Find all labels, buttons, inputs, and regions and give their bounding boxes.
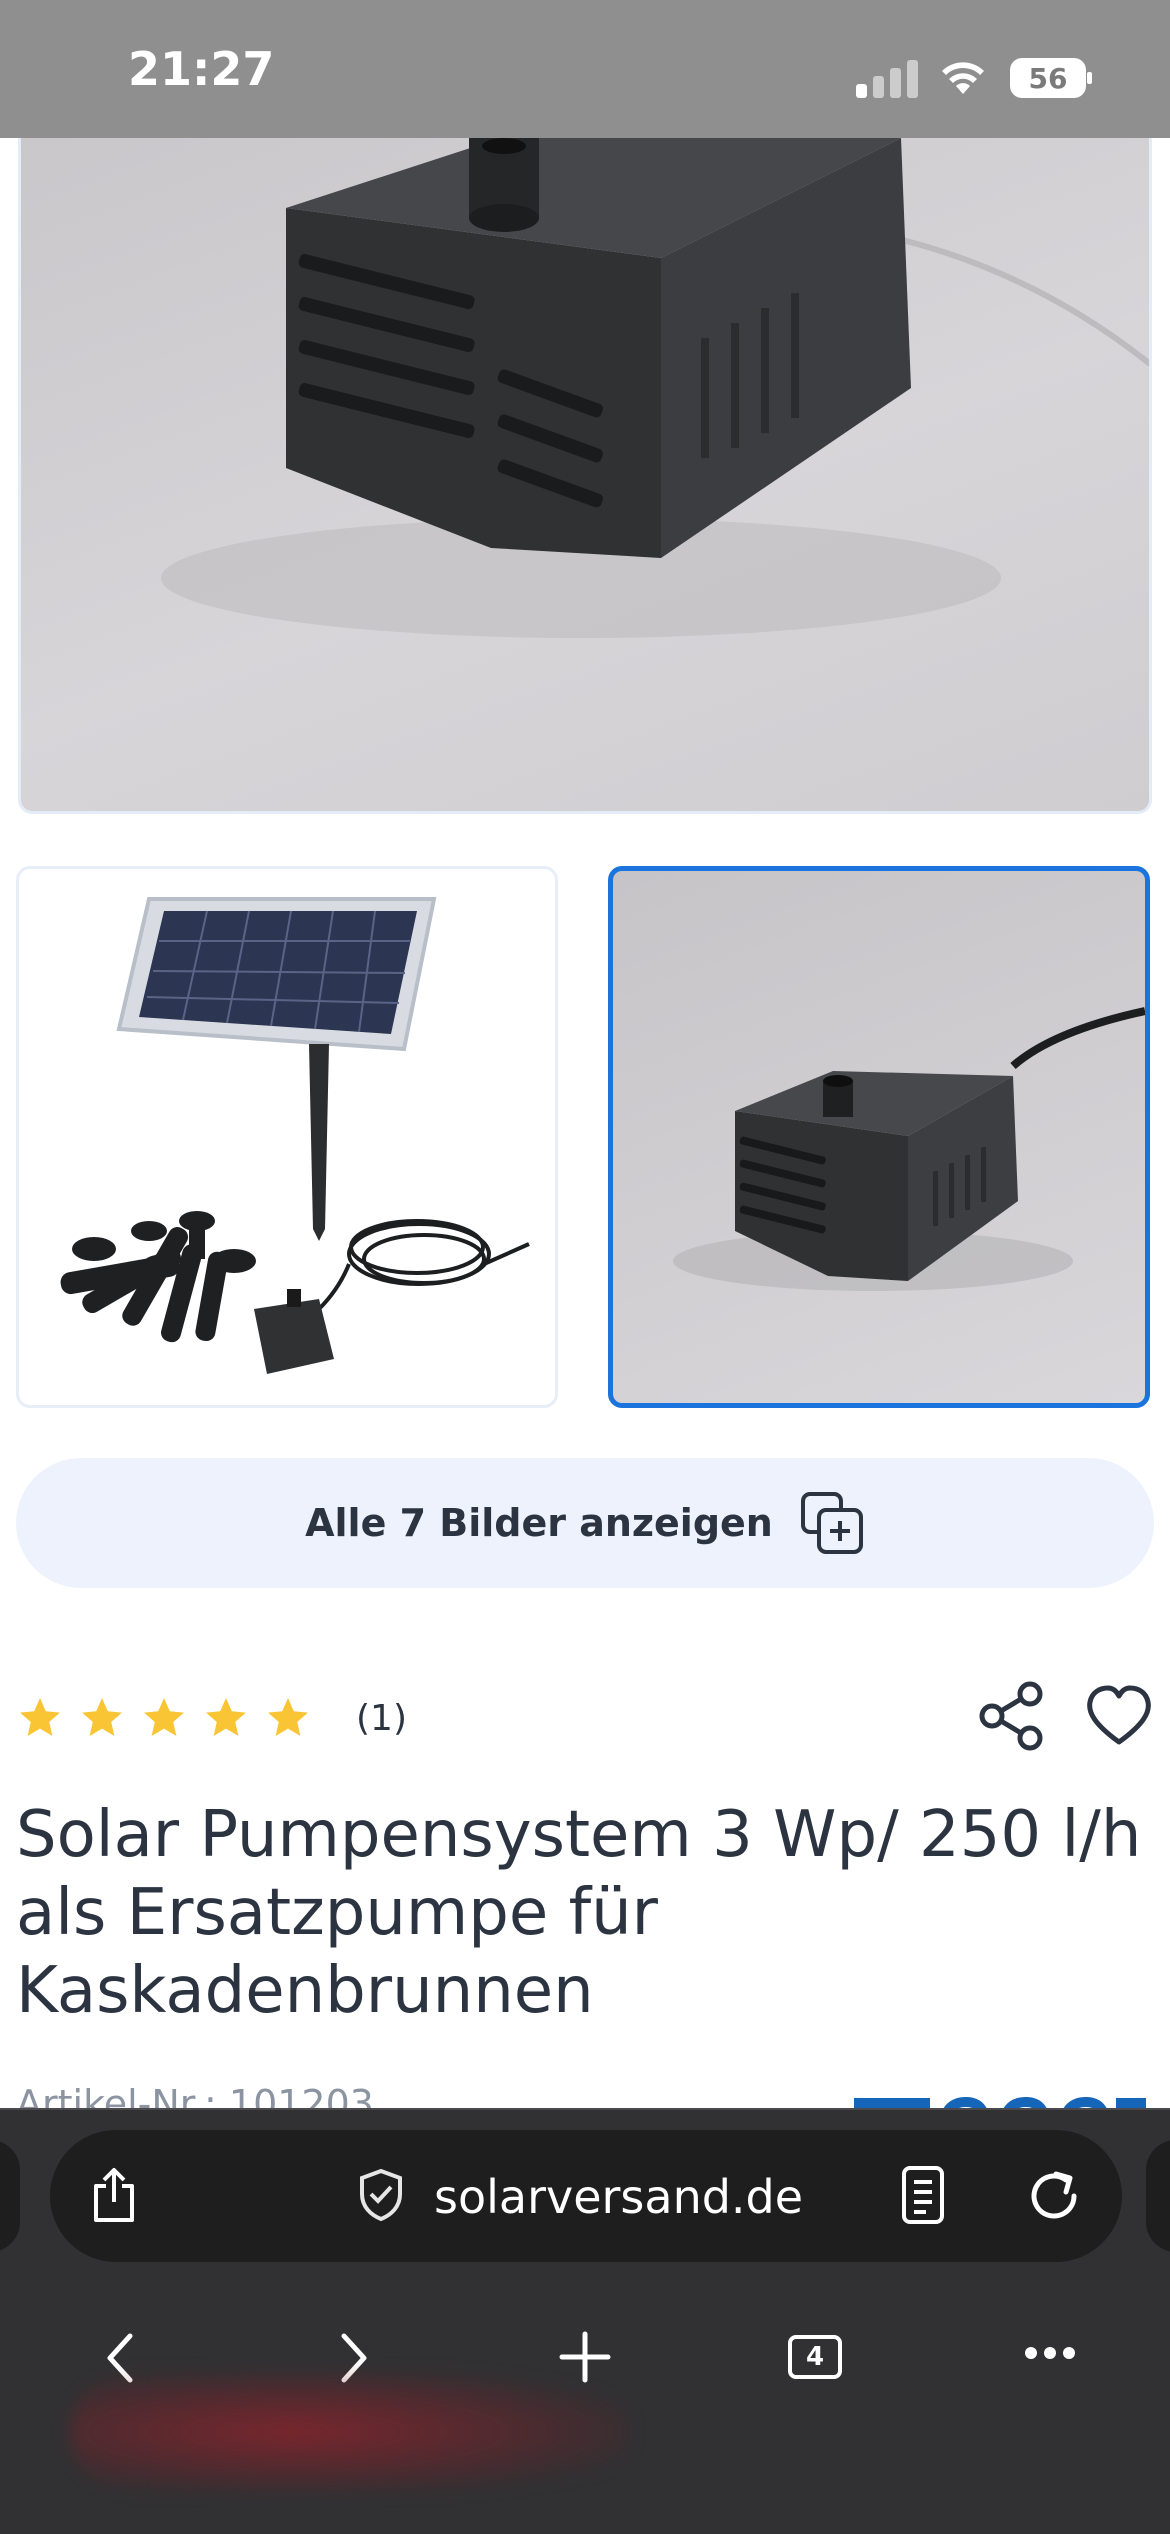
gallery-add-icon	[800, 1492, 863, 1554]
star-icon	[206, 1698, 246, 1736]
share-icon[interactable]	[976, 1680, 1048, 1752]
star-icon	[268, 1698, 308, 1736]
tab-switcher-button[interactable]: 4	[788, 2335, 842, 2379]
cellular-signal-icon	[856, 58, 918, 98]
rating-count[interactable]: (1)	[356, 1698, 407, 1739]
battery-indicator: 56	[1010, 58, 1092, 98]
next-tab-peek[interactable]	[1146, 2140, 1170, 2252]
pump-closeup-image	[161, 138, 1149, 638]
product-title: Solar Pumpensystem 3 Wp/ 250 l/h als Ers…	[16, 1798, 1142, 2028]
share-upload-icon[interactable]	[88, 2166, 140, 2224]
wifi-icon	[942, 62, 984, 94]
star-icon	[82, 1698, 122, 1736]
thumbnail-solar-set[interactable]	[16, 866, 558, 1408]
wishlist-heart-icon[interactable]	[1084, 1684, 1154, 1748]
reload-icon[interactable]	[1024, 2166, 1084, 2226]
pump-image	[673, 1007, 1145, 1291]
show-all-images-button[interactable]: Alle 7 Bilder anzeigen	[16, 1458, 1154, 1588]
url-text[interactable]: solarversand.de	[434, 2170, 803, 2224]
reader-mode-icon[interactable]	[898, 2164, 948, 2226]
main-product-image[interactable]	[18, 138, 1152, 814]
show-all-images-label: Alle 7 Bilder anzeigen	[305, 1501, 773, 1545]
status-time: 21:27	[128, 42, 275, 96]
star-icon	[20, 1698, 60, 1736]
solar-set-image	[60, 897, 530, 1374]
secure-shield-icon	[360, 2168, 402, 2222]
battery-level: 56	[1010, 58, 1086, 98]
thumbnail-pump-selected[interactable]	[608, 866, 1150, 1408]
blurred-background-content	[70, 2372, 630, 2492]
rating-stars[interactable]	[16, 1694, 312, 1742]
more-menu-icon[interactable]	[1024, 2346, 1076, 2360]
star-icon	[144, 1698, 184, 1736]
